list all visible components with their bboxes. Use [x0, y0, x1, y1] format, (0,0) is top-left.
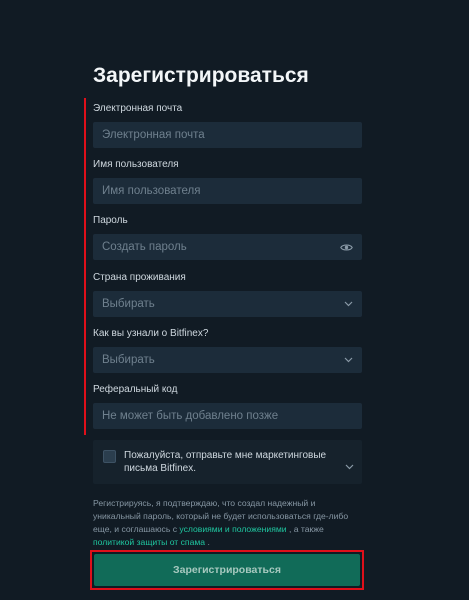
password-label: Пароль — [93, 215, 128, 226]
username-field-box — [93, 178, 362, 204]
annotation-line — [84, 98, 86, 435]
country-select[interactable]: Выбирать — [93, 291, 362, 317]
marketing-consent-text: Пожалуйста, отправьте мне маркетинговые … — [124, 450, 327, 474]
password-group: Пароль — [93, 214, 362, 260]
email-label: Электронная почта — [93, 103, 183, 114]
marketing-checkbox[interactable] — [103, 450, 116, 463]
email-field-box — [93, 122, 362, 148]
password-field[interactable] — [102, 241, 340, 253]
source-group: Как вы узнали о Bitfinex? Выбирать — [93, 327, 362, 373]
source-label: Как вы узнали о Bitfinex? — [93, 328, 209, 339]
page-title: Зарегистрироваться — [93, 64, 309, 87]
referral-field-box — [93, 403, 362, 429]
marketing-consent: Пожалуйста, отправьте мне маркетинговые … — [93, 440, 362, 484]
email-group: Электронная почта — [93, 102, 362, 148]
country-label: Страна проживания — [93, 272, 186, 283]
referral-field[interactable] — [102, 410, 353, 422]
country-select-value: Выбирать — [102, 298, 155, 310]
username-field[interactable] — [102, 185, 353, 197]
source-select-value: Выбирать — [102, 354, 155, 366]
username-group: Имя пользователя — [93, 158, 362, 204]
referral-group: Реферальный код — [93, 383, 362, 429]
referral-label: Реферальный код — [93, 384, 178, 395]
submit-highlight: Зарегистрироваться — [90, 550, 364, 590]
email-field[interactable] — [102, 129, 353, 141]
terms-text: Регистрируясь, я подтверждаю, что создал… — [93, 497, 363, 549]
source-select[interactable]: Выбирать — [93, 347, 362, 373]
register-button[interactable]: Зарегистрироваться — [94, 554, 360, 586]
spam-policy-link[interactable]: политикой защиты от спама — [93, 537, 205, 547]
chevron-down-icon — [343, 355, 353, 365]
terms-link[interactable]: условиями и положениями — [179, 524, 286, 534]
country-group: Страна проживания Выбирать — [93, 271, 362, 317]
terms-part-3: . — [207, 537, 210, 547]
password-field-box — [93, 234, 362, 260]
chevron-down-icon[interactable] — [345, 457, 354, 475]
terms-part-2: , а также — [288, 524, 324, 534]
eye-icon[interactable] — [340, 242, 353, 252]
chevron-down-icon — [343, 299, 353, 309]
username-label: Имя пользователя — [93, 159, 179, 170]
